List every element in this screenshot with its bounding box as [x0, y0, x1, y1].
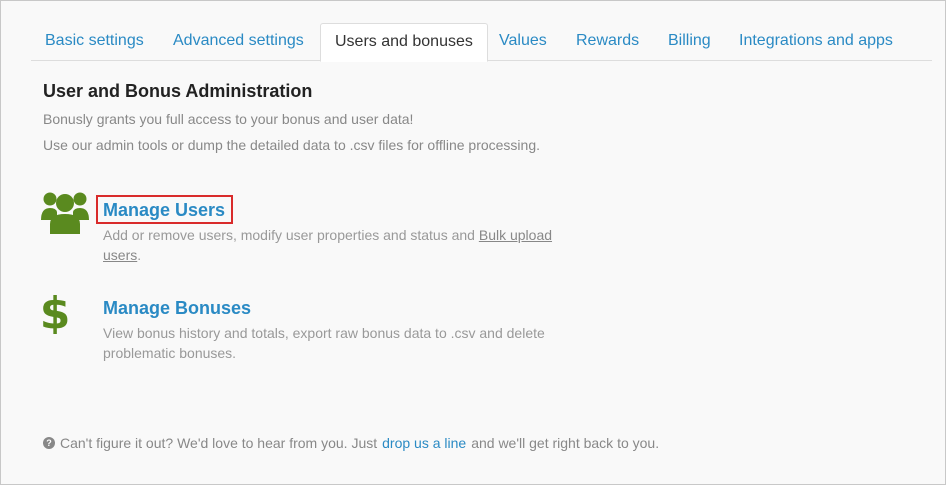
help-footer: ? Can't figure it out? We'd love to hear…: [43, 435, 659, 451]
manage-bonuses-link[interactable]: Manage Bonuses: [103, 298, 251, 319]
drop-us-a-line-link[interactable]: drop us a line: [382, 435, 466, 451]
question-circle-icon: ?: [43, 437, 55, 449]
footer-text-before: Can't figure it out? We'd love to hear f…: [60, 435, 378, 451]
tab-integrations-and-apps[interactable]: Integrations and apps: [725, 23, 907, 61]
settings-tabs: Basic settings Advanced settings Users a…: [31, 23, 932, 62]
tab-advanced-settings[interactable]: Advanced settings: [159, 23, 318, 61]
tab-billing[interactable]: Billing: [654, 23, 725, 61]
manage-users-desc-end: .: [137, 247, 142, 263]
tab-values[interactable]: Values: [485, 23, 561, 61]
intro-text-line-1: Bonusly grants you full access to your b…: [43, 111, 414, 127]
intro-text-line-2: Use our admin tools or dump the detailed…: [43, 137, 541, 153]
users-group-icon: [41, 192, 89, 234]
admin-panel: Basic settings Advanced settings Users a…: [0, 0, 946, 485]
manage-users-description: Add or remove users, modify user propert…: [103, 225, 583, 265]
tab-rewards[interactable]: Rewards: [562, 23, 653, 61]
tab-basic-settings[interactable]: Basic settings: [31, 23, 158, 61]
svg-text:$: $: [41, 290, 69, 334]
manage-bonuses-description: View bonus history and totals, export ra…: [103, 325, 545, 361]
manage-users-link[interactable]: Manage Users: [103, 200, 225, 221]
dollar-sign-icon: $: [41, 290, 69, 334]
manage-users-desc-text: Add or remove users, modify user propert…: [103, 227, 479, 243]
footer-text-after: and we'll get right back to you.: [471, 435, 660, 451]
tab-users-and-bonuses[interactable]: Users and bonuses: [320, 23, 488, 62]
page-title: User and Bonus Administration: [43, 81, 313, 101]
